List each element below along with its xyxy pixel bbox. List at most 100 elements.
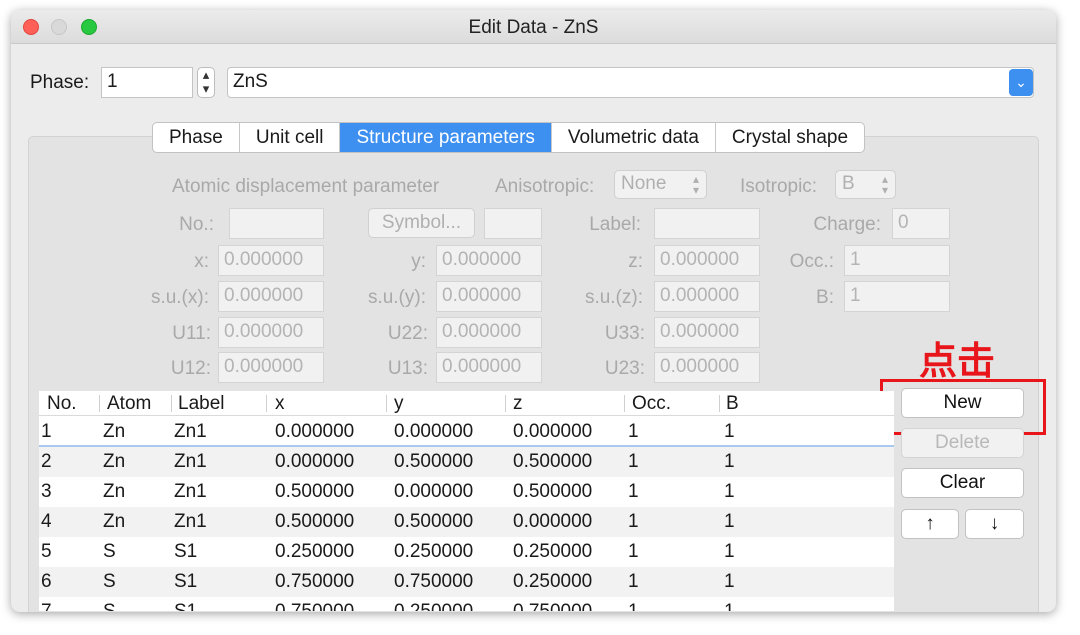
anisotropic-label: Anisotropic: bbox=[495, 176, 595, 197]
column-separator bbox=[99, 395, 100, 412]
atom-table: No. Atom Label x y z Occ. B 1 Zn Zn1 0.0000… bbox=[39, 391, 894, 611]
column-header-occ[interactable]: Occ. bbox=[632, 393, 671, 415]
cell-x: 0.500000 bbox=[275, 481, 355, 502]
cell-label: S1 bbox=[174, 601, 197, 611]
window-title: Edit Data - ZnS bbox=[468, 17, 599, 38]
isotropic-select[interactable]: B ▴ ▾ bbox=[835, 170, 896, 199]
cell-b: 1 bbox=[724, 421, 735, 442]
column-header-x[interactable]: x bbox=[275, 393, 285, 415]
x-field[interactable]: 0.000000 bbox=[218, 245, 324, 276]
cell-b: 1 bbox=[724, 481, 735, 502]
cell-atom: S bbox=[103, 601, 116, 611]
table-row[interactable]: 4 Zn Zn1 0.500000 0.500000 0.000000 1 1 bbox=[39, 507, 894, 537]
cell-occ: 1 bbox=[628, 481, 639, 502]
select-arrows-icon: ▴ ▾ bbox=[881, 172, 888, 197]
cell-label: S1 bbox=[174, 541, 198, 562]
cell-label: Zn1 bbox=[174, 511, 207, 532]
cell-x: 0.750000 bbox=[275, 571, 355, 592]
cell-y: 0.000000 bbox=[394, 421, 474, 442]
cell-z: 0.750000 bbox=[513, 601, 592, 611]
phase-number-field[interactable]: 1 bbox=[101, 67, 193, 98]
title-bar: Edit Data - ZnS bbox=[11, 10, 1056, 44]
move-down-button[interactable]: ↓ bbox=[965, 509, 1024, 539]
u22-field[interactable]: 0.000000 bbox=[436, 317, 542, 348]
cell-atom: Zn bbox=[103, 451, 126, 472]
phase-stepper[interactable]: ▴ ▾ bbox=[197, 67, 215, 98]
tab-bar: Phase Unit cell Structure parameters Vol… bbox=[152, 122, 866, 153]
cell-x: 0.500000 bbox=[275, 511, 355, 532]
y-field[interactable]: 0.000000 bbox=[436, 245, 542, 276]
edit-data-window: Edit Data - ZnS Phase: 1 ▴ ▾ ZnS ⌄ Phase … bbox=[11, 10, 1056, 612]
cell-x: 0.000000 bbox=[275, 421, 355, 442]
cell-y: 0.250000 bbox=[394, 601, 473, 611]
cell-atom: S bbox=[103, 571, 116, 592]
tab-unit-cell[interactable]: Unit cell bbox=[240, 123, 341, 152]
sux-field[interactable]: 0.000000 bbox=[218, 281, 324, 312]
u12-field[interactable]: 0.000000 bbox=[218, 352, 324, 383]
delete-button[interactable]: Delete bbox=[901, 428, 1024, 458]
tab-phase[interactable]: Phase bbox=[153, 123, 240, 152]
cell-atom: Zn bbox=[103, 481, 126, 502]
tab-crystal-shape[interactable]: Crystal shape bbox=[716, 123, 864, 152]
column-separator bbox=[719, 395, 720, 412]
arrow-down-icon: ↓ bbox=[989, 513, 1000, 534]
cell-z: 0.250000 bbox=[513, 541, 593, 562]
cell-no: 3 bbox=[41, 481, 52, 502]
column-separator bbox=[171, 395, 172, 412]
occ-field[interactable]: 1 bbox=[844, 245, 950, 276]
phase-dropdown-button[interactable]: ⌄ bbox=[1009, 69, 1033, 96]
phase-name-select[interactable]: ZnS bbox=[227, 67, 1034, 98]
cell-b: 1 bbox=[724, 541, 735, 562]
clear-button[interactable]: Clear bbox=[901, 468, 1024, 498]
cell-y: 0.250000 bbox=[394, 541, 474, 562]
move-up-button[interactable]: ↑ bbox=[901, 509, 959, 539]
column-header-z[interactable]: z bbox=[513, 393, 523, 415]
tab-structure-parameters[interactable]: Structure parameters bbox=[340, 123, 552, 152]
cell-no: 1 bbox=[41, 421, 52, 442]
cell-label: Zn1 bbox=[174, 451, 207, 472]
table-row[interactable]: 6 S S1 0.750000 0.750000 0.250000 1 1 bbox=[39, 567, 894, 597]
select-arrows-icon: ▴ ▾ bbox=[692, 172, 699, 197]
suy-field[interactable]: 0.000000 bbox=[436, 281, 542, 312]
cell-b: 1 bbox=[724, 601, 735, 611]
u11-field[interactable]: 0.000000 bbox=[218, 317, 324, 348]
no-field[interactable] bbox=[229, 208, 324, 239]
u22-label: U22: bbox=[387, 323, 428, 344]
cell-occ: 1 bbox=[628, 451, 639, 472]
y-label: y: bbox=[411, 251, 426, 272]
tab-volumetric-data[interactable]: Volumetric data bbox=[552, 123, 716, 152]
table-row[interactable]: 7 S S1 0.750000 0.250000 0.750000 1 1 bbox=[39, 597, 894, 611]
cell-y: 0.000000 bbox=[394, 481, 474, 502]
b-field[interactable]: 1 bbox=[844, 281, 950, 312]
column-separator bbox=[505, 395, 506, 412]
cell-no: 4 bbox=[41, 511, 52, 532]
u23-field[interactable]: 0.000000 bbox=[654, 352, 760, 383]
column-header-y[interactable]: y bbox=[394, 393, 404, 415]
z-field[interactable]: 0.000000 bbox=[654, 245, 760, 276]
adp-label: Atomic displacement parameter bbox=[172, 176, 440, 197]
charge-field[interactable]: 0 bbox=[892, 208, 950, 239]
charge-label: Charge: bbox=[813, 214, 881, 235]
table-row[interactable]: 5 S S1 0.250000 0.250000 0.250000 1 1 bbox=[39, 537, 894, 567]
u33-field[interactable]: 0.000000 bbox=[654, 317, 760, 348]
anisotropic-select[interactable]: None ▴ ▾ bbox=[614, 170, 707, 199]
table-row[interactable]: 2 Zn Zn1 0.000000 0.500000 0.500000 1 1 bbox=[39, 447, 894, 477]
u13-field[interactable]: 0.000000 bbox=[436, 352, 542, 383]
x-label: x: bbox=[194, 251, 209, 272]
cell-label: Zn1 bbox=[174, 481, 207, 502]
column-header-no[interactable]: No. bbox=[47, 393, 77, 415]
table-row[interactable]: 3 Zn Zn1 0.500000 0.000000 0.500000 1 1 bbox=[39, 477, 894, 507]
column-header-b[interactable]: B bbox=[726, 393, 739, 415]
label-label: Label: bbox=[589, 214, 641, 235]
isotropic-label: Isotropic: bbox=[740, 176, 818, 197]
column-header-label[interactable]: Label bbox=[178, 393, 225, 415]
table-row[interactable]: 1 Zn Zn1 0.000000 0.000000 0.000000 1 1 bbox=[39, 417, 894, 447]
new-button[interactable]: New bbox=[901, 388, 1024, 418]
suz-field[interactable]: 0.000000 bbox=[654, 281, 760, 312]
symbol-field[interactable] bbox=[484, 208, 542, 239]
cell-label: Zn1 bbox=[174, 421, 207, 442]
symbol-button[interactable]: Symbol... bbox=[368, 208, 475, 238]
column-header-atom[interactable]: Atom bbox=[107, 393, 151, 415]
label-field[interactable] bbox=[654, 208, 760, 239]
cell-y: 0.500000 bbox=[394, 511, 474, 532]
